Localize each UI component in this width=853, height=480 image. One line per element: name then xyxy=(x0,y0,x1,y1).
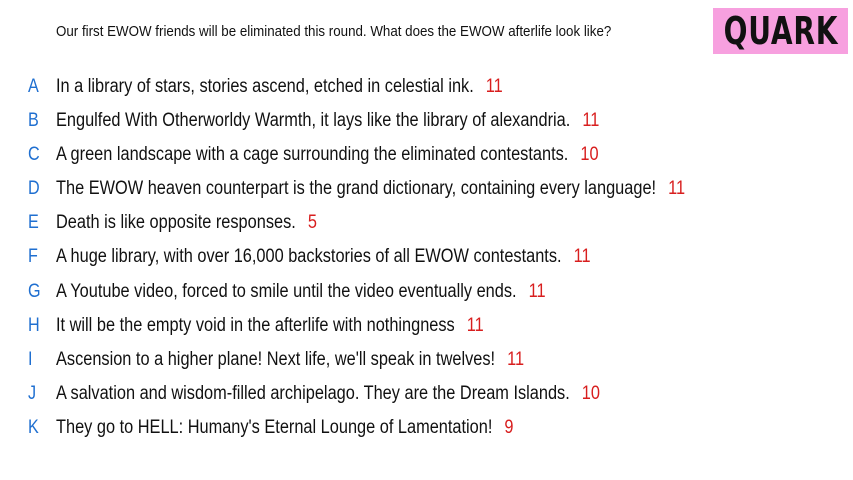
response-text: It will be the empty void in the afterli… xyxy=(56,315,455,336)
response-letter: K xyxy=(28,417,39,438)
response-row: B Engulfed With Otherworldy Warmth, it l… xyxy=(0,104,853,138)
response-row: A In a library of stars, stories ascend,… xyxy=(0,70,853,104)
response-letter: G xyxy=(28,281,41,302)
response-score: 5 xyxy=(307,212,317,233)
response-line: A salvation and wisdom-filled archipelag… xyxy=(56,381,600,407)
response-line: Engulfed With Otherworldy Warmth, it lay… xyxy=(56,108,599,134)
response-text: The EWOW heaven counterpart is the grand… xyxy=(56,178,657,199)
response-text: In a library of stars, stories ascend, e… xyxy=(56,76,474,97)
response-score: 11 xyxy=(528,281,546,302)
response-text: Death is like opposite responses. xyxy=(56,212,296,233)
response-row: E Death is like opposite responses. 5 xyxy=(0,206,853,240)
response-text: They go to HELL: Humany's Eternal Lounge… xyxy=(56,417,493,438)
response-letter: E xyxy=(28,212,39,233)
response-row: H It will be the empty void in the after… xyxy=(0,309,853,343)
response-letter: H xyxy=(28,315,40,336)
response-line: A huge library, with over 16,000 backsto… xyxy=(56,244,591,270)
response-text: A green landscape with a cage surroundin… xyxy=(56,144,569,165)
response-letter: J xyxy=(28,383,37,404)
response-row: K They go to HELL: Humany's Eternal Loun… xyxy=(0,411,853,445)
response-score: 11 xyxy=(573,246,591,267)
response-score: 9 xyxy=(504,417,514,438)
response-text: Engulfed With Otherworldy Warmth, it lay… xyxy=(56,110,571,131)
contestant-badge: QUARK xyxy=(713,8,848,54)
badge-label: QUARK xyxy=(723,9,838,53)
response-text: A huge library, with over 16,000 backsto… xyxy=(56,246,562,267)
prompt-text: Our first EWOW friends will be eliminate… xyxy=(56,24,612,40)
response-score: 11 xyxy=(582,110,600,131)
response-line: It will be the empty void in the afterli… xyxy=(56,313,484,339)
response-line: Ascension to a higher plane! Next life, … xyxy=(56,347,524,373)
response-line: The EWOW heaven counterpart is the grand… xyxy=(56,176,685,202)
response-line: In a library of stars, stories ascend, e… xyxy=(56,74,503,100)
response-score: 10 xyxy=(581,383,600,404)
response-row: G A Youtube video, forced to smile until… xyxy=(0,275,853,309)
response-score: 11 xyxy=(485,76,503,97)
response-text: A Youtube video, forced to smile until t… xyxy=(56,281,517,302)
response-row: J A salvation and wisdom-filled archipel… xyxy=(0,377,853,411)
response-row: F A huge library, with over 16,000 backs… xyxy=(0,240,853,274)
response-letter: C xyxy=(28,144,40,165)
response-score: 11 xyxy=(466,315,484,336)
response-score: 11 xyxy=(507,349,525,370)
response-line: They go to HELL: Humany's Eternal Lounge… xyxy=(56,415,514,441)
response-text: Ascension to a higher plane! Next life, … xyxy=(56,349,496,370)
response-row: D The EWOW heaven counterpart is the gra… xyxy=(0,172,853,206)
response-score: 11 xyxy=(668,178,686,199)
response-score: 10 xyxy=(580,144,599,165)
response-text: A salvation and wisdom-filled archipelag… xyxy=(56,383,570,404)
response-letter: D xyxy=(28,178,40,199)
response-line: A Youtube video, forced to smile until t… xyxy=(56,279,546,305)
slide: { "prompt": "Our first EWOW friends will… xyxy=(0,0,853,480)
response-row: C A green landscape with a cage surround… xyxy=(0,138,853,172)
response-letter: B xyxy=(28,110,39,131)
response-letter: F xyxy=(28,246,38,267)
response-letter: A xyxy=(28,76,39,97)
response-line: A green landscape with a cage surroundin… xyxy=(56,142,599,168)
response-line: Death is like opposite responses. 5 xyxy=(56,210,317,236)
response-letter: I xyxy=(28,349,33,370)
response-row: I Ascension to a higher plane! Next life… xyxy=(0,343,853,377)
